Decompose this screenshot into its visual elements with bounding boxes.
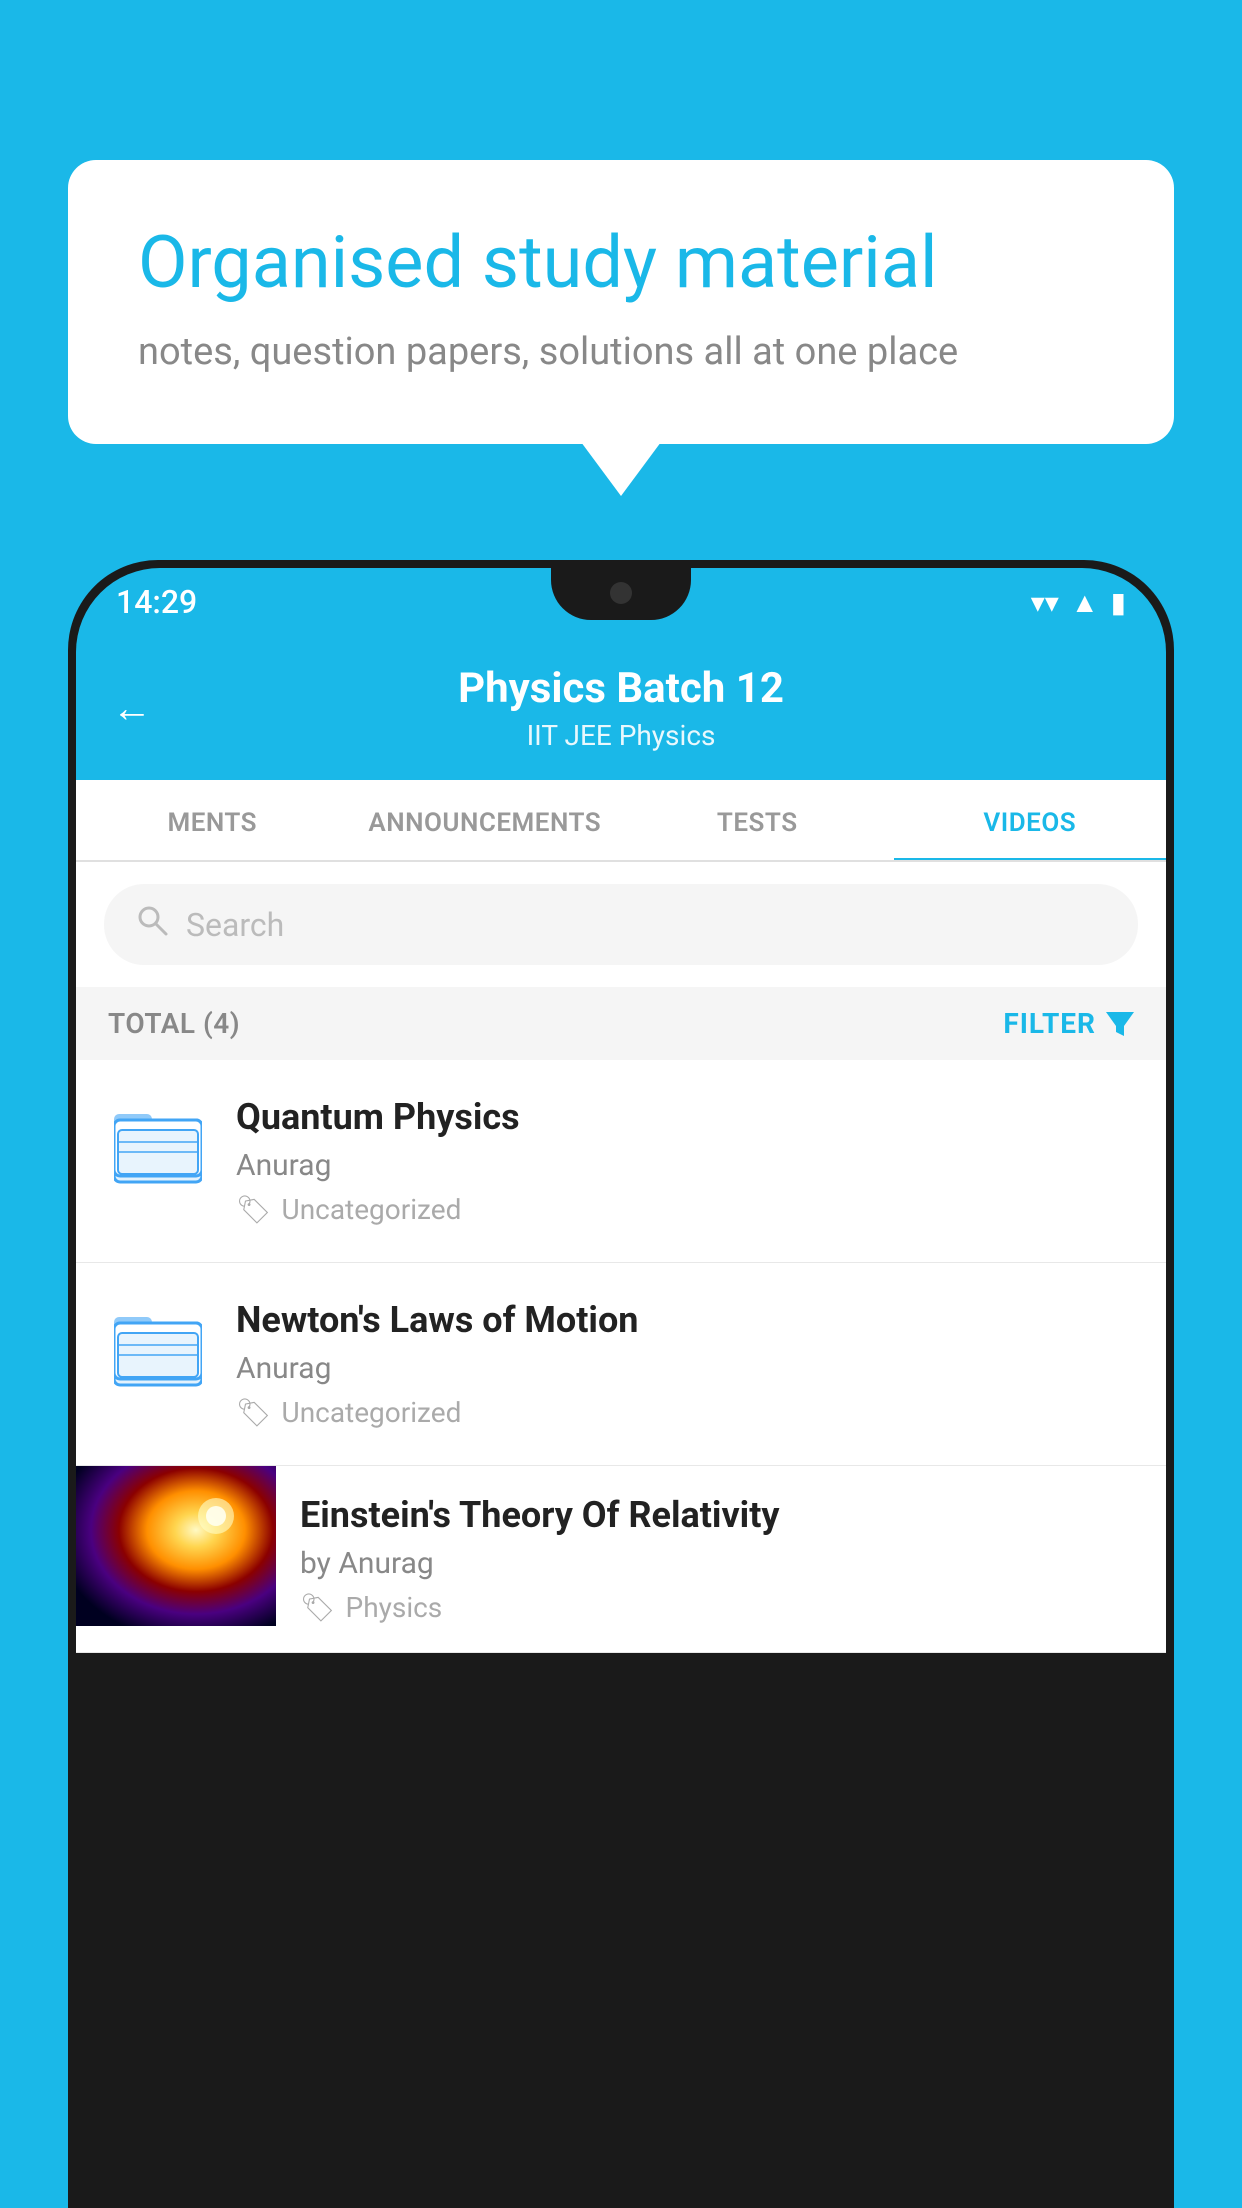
- phone-screen: 14:29 ▾▾ ▲ ▮ ← Physics Batch 12 IIT JEE …: [76, 568, 1166, 2200]
- battery-icon: ▮: [1111, 586, 1126, 619]
- search-input[interactable]: Search: [186, 906, 1108, 944]
- video-author: by Anurag: [300, 1546, 1142, 1581]
- back-arrow[interactable]: ←: [112, 685, 152, 732]
- video-title: Einstein's Theory Of Relativity: [300, 1494, 1142, 1536]
- phone-frame: 14:29 ▾▾ ▲ ▮ ← Physics Batch 12 IIT JEE …: [68, 560, 1174, 2208]
- video-author: Anurag: [236, 1351, 1134, 1386]
- notch: [551, 568, 691, 620]
- folder-icon: [114, 1106, 202, 1186]
- video-info: Newton's Laws of Motion Anurag 🏷 Uncateg…: [236, 1299, 1134, 1429]
- tag-icon: 🏷: [300, 1591, 336, 1624]
- list-item[interactable]: Quantum Physics Anurag 🏷 Uncategorized: [76, 1060, 1166, 1263]
- video-thumbnail: [76, 1466, 276, 1626]
- wifi-icon: ▾▾: [1031, 586, 1059, 619]
- status-bar: 14:29 ▾▾ ▲ ▮: [76, 568, 1166, 636]
- signal-icon: ▲: [1071, 586, 1099, 619]
- folder-thumbnail: [108, 1299, 208, 1399]
- total-count: TOTAL (4): [108, 1007, 240, 1040]
- tab-videos[interactable]: VIDEOS: [894, 780, 1167, 860]
- tab-bar: MENTS ANNOUNCEMENTS TESTS VIDEOS: [76, 780, 1166, 862]
- app-header: ← Physics Batch 12 IIT JEE Physics: [76, 636, 1166, 780]
- video-author: Anurag: [236, 1148, 1134, 1183]
- tag-icon: 🏷: [236, 1396, 272, 1429]
- video-tag: 🏷 Physics: [300, 1591, 1142, 1624]
- video-list: Quantum Physics Anurag 🏷 Uncategorized: [76, 1060, 1166, 1653]
- folder-thumbnail: [108, 1096, 208, 1196]
- filter-row: TOTAL (4) FILTER: [76, 987, 1166, 1060]
- video-tag: 🏷 Uncategorized: [236, 1193, 1134, 1226]
- video-info: Einstein's Theory Of Relativity by Anura…: [276, 1466, 1166, 1652]
- filter-icon: [1106, 1012, 1134, 1036]
- status-time: 14:29: [116, 583, 197, 621]
- camera: [610, 582, 632, 604]
- tab-ments[interactable]: MENTS: [76, 780, 349, 860]
- search-icon: [134, 902, 170, 947]
- tab-tests[interactable]: TESTS: [621, 780, 894, 860]
- speech-bubble: Organised study material notes, question…: [68, 160, 1174, 444]
- list-item[interactable]: Newton's Laws of Motion Anurag 🏷 Uncateg…: [76, 1263, 1166, 1466]
- folder-icon: [114, 1309, 202, 1389]
- search-wrapper[interactable]: Search: [104, 884, 1138, 965]
- bubble-subtitle: notes, question papers, solutions all at…: [138, 330, 1104, 374]
- video-title: Newton's Laws of Motion: [236, 1299, 1134, 1341]
- tag-icon: 🏷: [236, 1193, 272, 1226]
- video-info: Quantum Physics Anurag 🏷 Uncategorized: [236, 1096, 1134, 1226]
- bubble-title: Organised study material: [138, 220, 1104, 306]
- status-icons: ▾▾ ▲ ▮: [1031, 586, 1126, 619]
- video-title: Quantum Physics: [236, 1096, 1134, 1138]
- search-container: Search: [76, 862, 1166, 987]
- header-subtitle: IIT JEE Physics: [116, 719, 1126, 752]
- tab-announcements[interactable]: ANNOUNCEMENTS: [349, 780, 622, 860]
- video-tag: 🏷 Uncategorized: [236, 1396, 1134, 1429]
- list-item[interactable]: Einstein's Theory Of Relativity by Anura…: [76, 1466, 1166, 1653]
- header-title: Physics Batch 12: [116, 664, 1126, 713]
- filter-button[interactable]: FILTER: [1003, 1007, 1134, 1040]
- thumbnail-bg: [76, 1466, 276, 1626]
